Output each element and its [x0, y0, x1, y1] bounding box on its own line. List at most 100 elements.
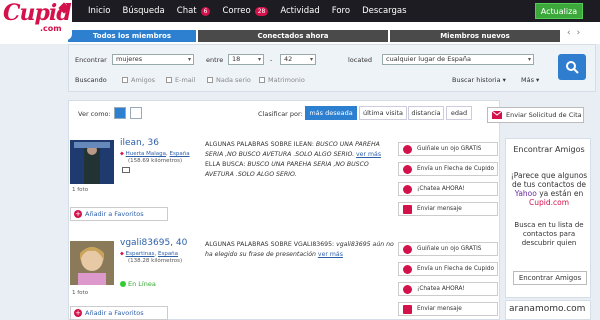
wink-button[interactable]: Guiñale un ojo GRATIS: [398, 142, 498, 156]
sort-ultima-visita[interactable]: última visita: [359, 106, 407, 120]
ver-mas-link[interactable]: ver más: [318, 251, 343, 258]
sort-distancia[interactable]: distancia: [408, 106, 444, 120]
nav-actividad[interactable]: Actividad: [280, 6, 319, 16]
check-email[interactable]: [166, 77, 172, 83]
buscando-label: Buscando: [75, 76, 107, 84]
location-link[interactable]: Huerta Malaga: [126, 151, 166, 157]
chat-now-button[interactable]: ¡Chatea AHORA!: [398, 282, 498, 296]
wink-button[interactable]: Guiñale un ojo GRATIS: [398, 242, 498, 256]
envelope-icon: [403, 205, 412, 214]
cupid-arrow-button[interactable]: Envía un Flecha de Cupido: [398, 162, 498, 176]
sort-edad[interactable]: edad: [446, 106, 472, 120]
arrow-icon: [403, 165, 412, 174]
upgrade-button[interactable]: Actualiza: [535, 3, 583, 19]
send-message-button[interactable]: Enviar mensaje: [398, 202, 498, 216]
find-friends-text: ¡Parece que algunos de tus contactos de …: [510, 171, 588, 207]
matrimonio-label: Matrimonio: [268, 76, 305, 84]
nav-correo-label: Correo: [222, 6, 251, 16]
send-date-request-label: Enviar Solicitud de Cita: [506, 111, 582, 119]
nav-busqueda[interactable]: Búsqueda: [123, 6, 165, 16]
about-title: ALGUNAS PALABRAS SOBRE ILEAN:: [205, 141, 314, 148]
profile-location-vgali: ⬥ Espartinas, España: [120, 251, 179, 257]
send-message-button[interactable]: Enviar mensaje: [398, 302, 498, 316]
location-pin-icon: ⬥: [120, 151, 124, 157]
find-friends-title: Encontrar Amigos: [513, 145, 585, 154]
cupid-arrow-button[interactable]: Envía un Flecha de Cupido: [398, 262, 498, 276]
profile-location-ilean: ⬥ Huerta Malaga, España: [120, 151, 190, 157]
ver-mas-link[interactable]: ver más: [356, 151, 381, 158]
list-view-icon[interactable]: [114, 107, 126, 119]
profile-distance: (158.69 kilómetros): [128, 158, 183, 164]
profile-name-ilean[interactable]: ilean, 36: [120, 138, 159, 148]
chat-now-button[interactable]: ¡Chatea AHORA!: [398, 182, 498, 196]
country-link[interactable]: España: [170, 151, 190, 157]
nav-chat-label: Chat: [176, 6, 197, 16]
find-friends-button[interactable]: Encontrar Amigos: [513, 271, 587, 285]
sort-mas-deseada[interactable]: más deseada: [305, 106, 357, 120]
correo-badge: 28: [254, 7, 269, 16]
photo-count: 1 foto: [72, 290, 89, 296]
tab-conectados-ahora[interactable]: Conectados ahora: [198, 30, 388, 42]
nav-inicio[interactable]: Inicio: [88, 6, 111, 16]
add-favorites-button[interactable]: Añadir a Favoritos: [70, 207, 168, 221]
chat-bubble-icon: [403, 185, 412, 194]
sb-line1: ¡Parece que algunos de tus contactos de: [510, 171, 588, 189]
age-from-select[interactable]: 18: [228, 54, 264, 65]
nav-chat[interactable]: Chat 6: [177, 6, 211, 16]
grid-view-icon[interactable]: [130, 107, 142, 119]
mas-link[interactable]: Más ▾: [521, 76, 539, 84]
profile-distance: (138.28 kilómetros): [128, 258, 183, 264]
age-to-select[interactable]: 42: [280, 54, 316, 65]
location-link[interactable]: Espartinas: [126, 251, 155, 257]
tab-todos-miembros[interactable]: Todos los miembros: [68, 30, 196, 42]
send-message-label: Enviar mensaje: [417, 206, 462, 212]
busca-title: ELLA BUSCA:: [205, 161, 246, 168]
envelope-icon: [403, 305, 412, 314]
chat-bubble-icon: [403, 285, 412, 294]
cupid-logo[interactable]: Cupid .com: [0, 0, 72, 40]
ver-como-label: Ver como:: [78, 110, 111, 118]
country-link[interactable]: España: [158, 251, 178, 257]
location-select[interactable]: cualquier lugar de España: [382, 54, 534, 65]
main-nav: Inicio Búsqueda Chat 6 Correo 28 Actividad…: [88, 0, 407, 22]
encontrar-label: Encontrar: [75, 56, 107, 64]
wink-label: Guiñale un ojo GRATIS: [417, 246, 482, 252]
profile-photo-ilean[interactable]: [70, 140, 114, 184]
camera-icon: [122, 167, 130, 173]
check-matrimonio[interactable]: [259, 77, 265, 83]
add-favorites-button[interactable]: Añadir a Favoritos: [70, 306, 168, 320]
check-amigos[interactable]: [122, 77, 128, 83]
aranamomo-banner[interactable]: aranamomo.com: [505, 300, 591, 320]
clasificar-label: Clasificar por:: [258, 110, 303, 118]
tab-miembros-nuevos[interactable]: Miembros nuevos: [390, 30, 560, 42]
profile-photo-vgali[interactable]: [70, 241, 114, 285]
check-nada-serio[interactable]: [207, 77, 213, 83]
yahoo-label: Yahoo: [514, 189, 537, 198]
located-label: located: [348, 56, 373, 64]
age-separator: -: [270, 56, 273, 64]
send-date-request-button[interactable]: Enviar Solicitud de Cita: [487, 107, 584, 123]
about-title: ALGUNAS PALABRAS SOBRE VGALI83695:: [205, 241, 335, 248]
entre-label: entre: [206, 56, 224, 64]
buscar-historia-link[interactable]: Buscar historia ▾: [452, 76, 506, 84]
profile-name-vgali[interactable]: vgali83695, 40: [120, 238, 187, 248]
cupid-arrow-label: Envía un Flecha de Cupido: [417, 266, 495, 272]
nav-correo[interactable]: Correo 28: [222, 6, 269, 16]
tab-scroll-arrows-icon[interactable]: ‹›: [567, 28, 586, 38]
sb-line2: ya están en: [539, 189, 584, 198]
online-status: En Línea: [120, 280, 156, 288]
chat-badge: 6: [200, 7, 211, 16]
amigos-label: Amigos: [131, 76, 156, 84]
nav-foro[interactable]: Foro: [332, 6, 350, 16]
smiley-icon: [403, 245, 412, 254]
gender-select[interactable]: mujeres: [112, 54, 194, 65]
email-label: E-mail: [175, 76, 196, 84]
photo-count: 1 foto: [72, 187, 89, 193]
chat-now-label: ¡Chatea AHORA!: [417, 186, 465, 192]
search-button[interactable]: [558, 54, 586, 80]
wink-label: Guiñale un ojo GRATIS: [417, 146, 482, 152]
envelope-icon: [492, 111, 502, 119]
search-panel: [68, 44, 596, 92]
cupid-arrow-label: Envía un Flecha de Cupido: [417, 166, 495, 172]
nav-descargas[interactable]: Descargas: [362, 6, 406, 16]
